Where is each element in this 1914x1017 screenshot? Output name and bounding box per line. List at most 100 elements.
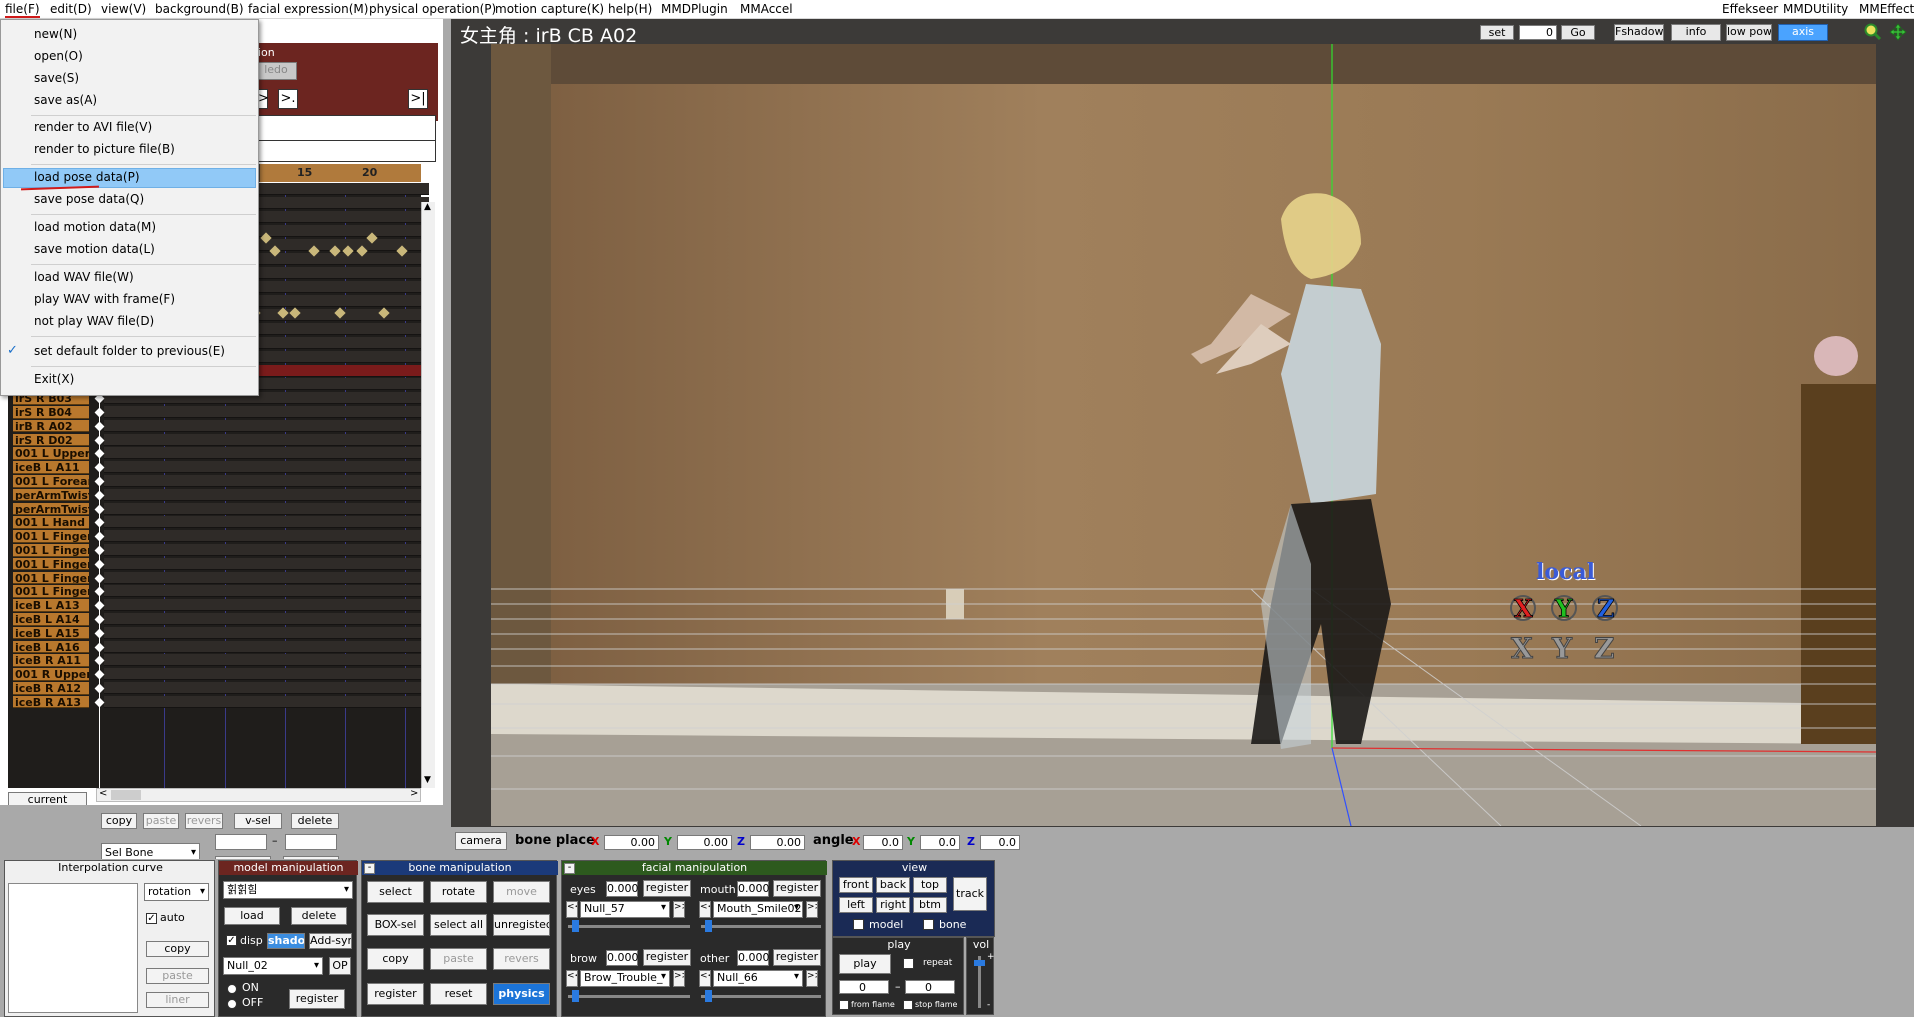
menu-background[interactable]: background(B) (155, 2, 244, 16)
menu-physical-operation[interactable]: physical operation(P) (369, 2, 496, 16)
off-radio[interactable] (227, 999, 237, 1009)
menu-help[interactable]: help(H) (608, 2, 652, 16)
y-axis-move-icon[interactable]: Y (1548, 632, 1580, 666)
timeline-row[interactable] (104, 695, 429, 708)
show-model-checkbox[interactable] (853, 919, 864, 930)
eyes-register-button[interactable]: register (643, 880, 691, 897)
prev-key-button[interactable]: > (258, 89, 269, 109)
menu-item-save-as[interactable]: save as(A) (34, 93, 97, 107)
timeline-row[interactable] (104, 447, 429, 460)
eyes-slider[interactable] (572, 920, 579, 932)
interp-liner-button[interactable]: liner (146, 992, 209, 1008)
bone-register-button[interactable]: register (367, 983, 424, 1005)
bone-name-cell[interactable]: irS R B04 (13, 406, 89, 419)
menu-item-render-avi[interactable]: render to AVI file(V) (34, 120, 152, 134)
menu-edit[interactable]: edit(D) (50, 2, 92, 16)
bone-revers-button[interactable]: revers (493, 948, 550, 970)
x-axis-local-icon[interactable]: X (1507, 592, 1539, 624)
from-frame-checkbox[interactable] (839, 1000, 849, 1010)
view-btm-button[interactable]: btm (913, 897, 947, 913)
next-frame-button[interactable]: >. (278, 89, 298, 109)
timeline-row[interactable] (104, 516, 429, 529)
bone-name-cell[interactable]: iceB L A15 (13, 626, 89, 640)
menu-item-not-play-wav[interactable]: not play WAV file(D) (34, 314, 154, 328)
info-button[interactable]: info (1671, 24, 1721, 41)
mouth-morph-select[interactable]: Mouth_Smile02 (713, 901, 803, 918)
mouth-register-button[interactable]: register (773, 880, 821, 897)
other-value-input[interactable]: 0.000 (737, 950, 770, 966)
timeline-row[interactable] (104, 585, 429, 598)
box-sel-button[interactable]: BOX-sel (367, 914, 424, 936)
eyes-prev-button[interactable]: << (566, 901, 578, 918)
timeline-row[interactable] (104, 530, 429, 543)
delete-frame-button[interactable]: delete (291, 813, 339, 829)
bone-name-cell[interactable]: iceB L A13 (13, 599, 89, 612)
last-frame-button[interactable]: >| (408, 89, 428, 109)
bone-name-cell[interactable]: perArmTwist (13, 502, 89, 516)
menu-item-render-picture[interactable]: render to picture file(B) (34, 142, 175, 156)
model-load-button[interactable]: load (224, 907, 280, 925)
view-left-button[interactable]: left (839, 897, 873, 913)
disp-checkbox[interactable]: ✓ (226, 935, 237, 946)
play-to-input[interactable]: 0 (905, 980, 955, 994)
timeline-row[interactable] (104, 557, 429, 570)
bone-move-button[interactable]: move (493, 881, 550, 903)
menu-mmeffect[interactable]: MMEffect (1859, 2, 1914, 16)
menu-effekseer[interactable]: Effekseer (1722, 2, 1778, 16)
timeline-horizontal-scrollbar[interactable]: < > (96, 788, 421, 802)
y-axis-local-icon[interactable]: Y (1548, 592, 1580, 624)
mouth-prev-button[interactable]: << (699, 901, 711, 918)
fshadow-button[interactable]: Fshadow (1614, 24, 1664, 41)
model-register-button[interactable]: register (289, 989, 345, 1009)
timeline-vertical-scrollbar[interactable]: ▲ ▼ (421, 202, 435, 788)
bone-name-cell[interactable]: 001 L Hand (13, 516, 89, 529)
menu-mmdplugin[interactable]: MMDPlugin (661, 2, 728, 16)
menu-mmdutility[interactable]: MMDUtility (1783, 2, 1848, 16)
volume-slider[interactable] (974, 960, 985, 966)
model-select[interactable]: 힑힑힘 (223, 881, 353, 899)
menu-item-save-motion[interactable]: save motion data(L) (34, 242, 155, 256)
menu-item-open[interactable]: open(O) (34, 49, 83, 63)
set-frame-button[interactable]: set (1480, 25, 1514, 40)
menu-item-save-pose[interactable]: save pose data(Q) (34, 192, 144, 206)
other-next-button[interactable]: >> (806, 970, 818, 987)
op-button[interactable]: OP (329, 957, 351, 975)
timeline-row[interactable] (104, 475, 429, 487)
v-sel-button[interactable]: v-sel (234, 813, 282, 829)
brow-prev-button[interactable]: << (566, 970, 578, 987)
timeline-row[interactable] (104, 406, 429, 418)
timeline-row[interactable] (104, 613, 429, 625)
bone-name-cell[interactable]: 001 L Finger (13, 571, 89, 585)
bone-name-cell[interactable]: 001 L Forear (13, 475, 89, 488)
menu-mmaccel[interactable]: MMAccel (740, 2, 793, 16)
bone-rotate-button[interactable]: rotate (430, 881, 487, 903)
view-back-button[interactable]: back (876, 877, 910, 893)
bone-select-button[interactable]: select (367, 881, 424, 903)
menu-file[interactable]: file(F) (5, 2, 40, 18)
timeline-row[interactable] (104, 419, 429, 432)
mouth-next-button[interactable]: >> (806, 901, 818, 918)
copy-frame-button[interactable]: copy (101, 813, 137, 829)
bone-name-cell[interactable]: irB R A02 (13, 419, 89, 433)
interpolation-rotation-select[interactable]: rotation (144, 883, 209, 901)
interp-paste-button[interactable]: paste (146, 968, 209, 984)
bone-name-cell[interactable]: 001 R Upper (13, 668, 89, 681)
physics-button[interactable]: physics (493, 983, 550, 1005)
bone-name-cell[interactable]: iceB R A11 (13, 654, 89, 667)
menu-item-load-wav[interactable]: load WAV file(W) (34, 270, 134, 284)
timeline-row[interactable] (104, 668, 429, 681)
timeline-row[interactable] (104, 682, 429, 694)
bone-name-cell[interactable]: 001 L Finger (13, 585, 89, 598)
bone-name-cell[interactable]: iceB R A12 (13, 682, 89, 695)
timeline-row[interactable] (104, 640, 429, 653)
menu-item-play-wav[interactable]: play WAV with frame(F) (34, 292, 175, 306)
unregisted-button[interactable]: unregisted (493, 914, 550, 936)
other-morph-select[interactable]: Null_66 (713, 970, 803, 987)
timeline-row[interactable] (104, 544, 429, 556)
bone-y-input[interactable]: 0.00 (677, 835, 732, 850)
other-slider[interactable] (705, 990, 712, 1002)
z-axis-move-icon[interactable]: Z (1589, 632, 1621, 666)
menu-item-new[interactable]: new(N) (34, 27, 77, 41)
eyes-morph-select[interactable]: Null_57 (580, 901, 670, 918)
bone-paste-button[interactable]: paste (430, 948, 487, 970)
